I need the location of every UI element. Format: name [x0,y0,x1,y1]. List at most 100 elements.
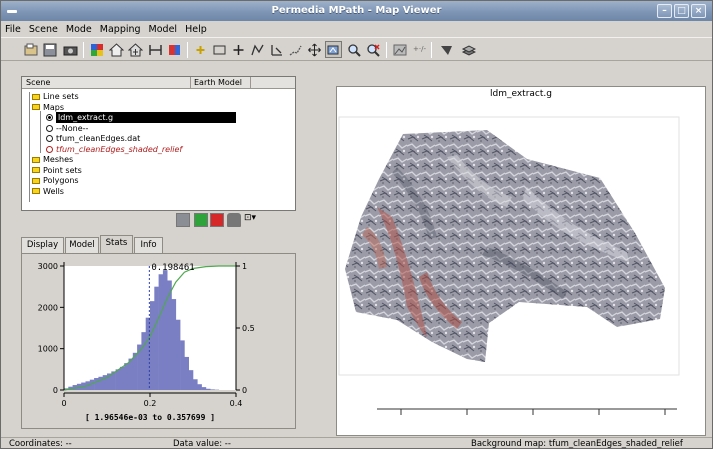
tree-item[interactable]: tfum_cleanEdges.dat [46,133,140,144]
folder-icon[interactable] [32,104,40,110]
dropdown-icon[interactable]: ⊡▾ [244,213,264,227]
mesh-icon[interactable] [127,41,144,58]
open-icon[interactable] [23,41,40,58]
zoom-clear-icon[interactable] [365,41,382,58]
histogram-bar [162,270,168,390]
tree-item-label: ldm_extract.g [56,112,236,123]
y-tick-label: 3000 [38,262,58,271]
scene-tree[interactable]: Scene Earth Model Line sets Maps ldm_extra… [21,76,296,211]
status-background-map: Background map: tfum_cleanEdges_shaded_r… [471,439,683,449]
tree-item[interactable]: Meshes [32,154,73,165]
toolbar: +·/- [1,37,712,61]
hide-icon[interactable] [210,213,224,227]
histogram-bar [175,319,181,390]
house-icon[interactable] [108,41,125,58]
tab-model[interactable]: Model [65,237,99,253]
tree-item[interactable]: Line sets [32,91,79,102]
tree-item[interactable]: tfum_cleanEdges_shaded_relief [46,144,182,155]
tree-item[interactable]: Maps [32,102,64,113]
menu-file[interactable]: File [5,24,21,35]
move-icon[interactable] [306,41,323,58]
radio-icon[interactable] [46,114,53,121]
map-image [345,130,665,362]
show-icon[interactable] [194,213,208,227]
polyline-icon[interactable] [249,41,266,58]
x-tick-label: 0.2 [144,399,157,408]
minimize-button[interactable]: – [657,4,672,18]
radio-icon[interactable] [46,135,53,142]
title-bar[interactable]: Permedia MPath - Map Viewer – □ × [1,1,712,21]
cube-icon[interactable] [166,41,183,58]
tab-info[interactable]: Info [134,237,163,253]
mean-marker-label: 0.198461 [151,263,194,273]
path-icon[interactable] [287,41,304,58]
tree-item-label: Line sets [43,92,79,101]
folder-icon[interactable] [32,188,40,194]
histogram-bar [171,299,177,390]
menu-scene[interactable]: Scene [29,24,58,35]
column-header-earth-model[interactable]: Earth Model [194,78,242,87]
y2-tick-label: 0.5 [242,324,255,333]
tree-item-label: tfum_cleanEdges_shaded_relief [56,144,183,154]
profile-icon[interactable] [392,41,409,58]
edit-icon[interactable] [176,213,190,227]
status-data-value: Data value: -- [173,439,231,449]
scene-tree-header: Scene Earth Model [22,77,295,89]
tab-stats[interactable]: Stats [100,235,133,254]
tree-item[interactable]: ldm_extract.g [46,112,236,123]
zoom-in-icon[interactable] [346,41,363,58]
histogram-bar [115,369,121,390]
y2-tick-label: 0 [242,386,247,395]
save-icon[interactable] [42,41,59,58]
layers-icon[interactable] [460,41,477,58]
menu-help[interactable]: Help [185,24,207,35]
trash-icon[interactable] [227,213,241,227]
histogram-bar [180,340,185,390]
histogram-bar [150,301,155,390]
camera-icon[interactable] [62,41,79,58]
tree-item[interactable]: Point sets [32,165,82,176]
rect-icon[interactable] [211,41,228,58]
trace-icon[interactable]: +·/- [411,41,428,58]
grid-icon[interactable] [147,41,164,58]
map-viewer[interactable]: ldm_extract.g [336,86,706,436]
histogram-bar [188,370,194,390]
tree-item[interactable]: --None-- [46,123,88,134]
menu-bar: File Scene Mode Mapping Model Help [1,21,712,37]
tree-item-label: Maps [43,102,65,112]
folder-icon[interactable] [32,156,40,163]
histogram-bar [98,376,103,390]
well-icon[interactable] [268,41,285,58]
viewer-title: ldm_extract.g [490,89,552,99]
earth-model-icon[interactable] [89,41,106,58]
tab-display[interactable]: Display [21,237,64,253]
menu-mode[interactable]: Mode [66,24,92,35]
flag-icon[interactable] [438,41,455,58]
tree-item[interactable]: Polygons [32,175,79,186]
plus-icon[interactable] [230,41,247,58]
histogram-bar [154,286,159,390]
y2-tick-label: 1 [242,262,247,271]
close-button[interactable]: × [691,4,706,18]
histogram-bar [128,358,134,390]
select-map-icon[interactable] [325,41,342,58]
column-header-scene[interactable]: Scene [26,78,50,87]
stats-panel: 0 1000 2000 3000 0 0.5 1 0 0.2 0.4 0.198461 [ 1.965… [21,253,296,429]
tree-item[interactable]: Wells [32,186,64,197]
menu-mapping[interactable]: Mapping [100,24,141,35]
y-tick-label: 2000 [38,303,58,312]
window-title: Permedia MPath - Map Viewer [271,5,442,16]
histogram-bar [210,389,215,390]
menu-model[interactable]: Model [149,24,178,35]
map-canvas[interactable]: ldm_extract.g [337,87,705,435]
maximize-button[interactable]: □ [674,4,689,18]
y-tick-label: 1000 [38,345,58,354]
radio-icon[interactable] [46,145,53,153]
folder-icon[interactable] [32,177,40,184]
point-icon[interactable] [192,41,209,58]
folder-icon[interactable] [32,93,40,100]
histogram-bar [201,387,207,390]
status-coordinates: Coordinates: -- [9,439,72,449]
radio-icon[interactable] [46,124,53,132]
folder-icon[interactable] [32,167,40,173]
